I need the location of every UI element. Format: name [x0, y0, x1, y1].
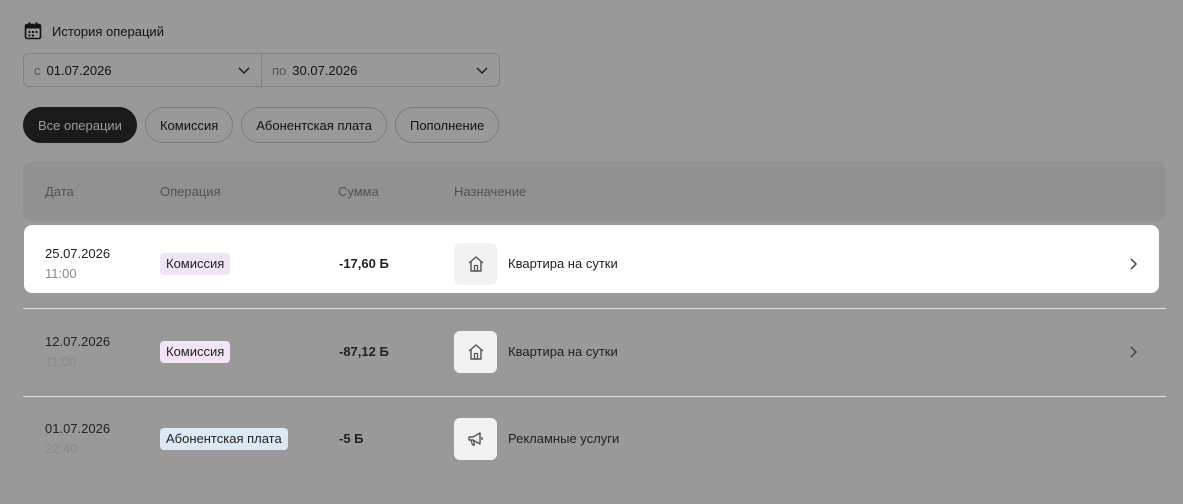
chevron-down-icon — [476, 67, 488, 75]
table-row[interactable]: 12.07.2026 11:00 Комиссия -87,12 Б Кварт… — [24, 313, 1159, 381]
megaphone-icon — [454, 418, 497, 460]
row-time: 11:00 — [45, 354, 77, 369]
row-amount: -87,12 Б — [339, 344, 389, 359]
table-row[interactable]: 25.07.2026 11:00 Комиссия -17,60 Б Кварт… — [24, 225, 1159, 293]
operation-filters: Все операции Комиссия Абонентская плата … — [23, 107, 500, 143]
date-to-value: 30.07.2026 — [292, 62, 358, 78]
row-purpose: Квартира на сутки — [508, 256, 618, 271]
row-datetime: 12.07.2026 11:00 — [45, 332, 110, 372]
calendar-icon — [24, 22, 42, 40]
date-from-select[interactable]: с 01.07.2026 — [24, 54, 261, 86]
column-header-date: Дата — [45, 184, 74, 199]
filter-all-operations[interactable]: Все операции — [23, 107, 137, 143]
operations-history-page: История операций с 01.07.2026 по 30.07.2… — [0, 0, 1183, 504]
row-amount: -5 Б — [339, 431, 364, 446]
house-icon — [454, 331, 497, 373]
filter-top-up[interactable]: Пополнение — [394, 107, 500, 143]
row-time: 22:40 — [45, 441, 78, 456]
operation-badge: Абонентская плата — [160, 428, 288, 450]
row-divider — [23, 396, 1166, 397]
date-to-prefix: по — [272, 62, 287, 78]
date-to-select[interactable]: по 30.07.2026 — [261, 54, 499, 86]
column-header-operation: Операция — [160, 184, 221, 199]
row-date: 25.07.2026 — [45, 246, 111, 261]
table-header: Дата Операция Сумма Назначение — [23, 161, 1166, 221]
chevron-right-icon — [1130, 258, 1138, 270]
column-header-purpose: Назначение — [454, 184, 527, 199]
row-datetime: 25.07.2026 11:00 — [45, 244, 110, 284]
filter-subscription-fee[interactable]: Абонентская плата — [241, 107, 387, 143]
section-header: История операций — [24, 21, 164, 41]
row-date: 01.07.2026 — [45, 421, 111, 436]
row-datetime: 01.07.2026 22:40 — [45, 419, 110, 459]
house-icon — [454, 243, 497, 285]
row-date: 12.07.2026 — [45, 334, 111, 349]
row-amount: -17,60 Б — [339, 256, 389, 271]
operation-badge: Комиссия — [160, 341, 231, 363]
date-from-value: 01.07.2026 — [46, 62, 112, 78]
table-row[interactable]: 01.07.2026 22:40 Абонентская плата -5 Б … — [24, 400, 1159, 468]
column-header-amount: Сумма — [338, 184, 379, 199]
chevron-down-icon — [238, 67, 250, 75]
row-purpose: Квартира на сутки — [508, 344, 618, 359]
operation-badge: Комиссия — [160, 253, 231, 275]
date-range-picker: с 01.07.2026 по 30.07.2026 — [23, 53, 500, 87]
section-title: История операций — [52, 23, 164, 39]
date-from-prefix: с — [34, 62, 41, 78]
filter-commission[interactable]: Комиссия — [144, 107, 234, 143]
row-time: 11:00 — [45, 266, 77, 281]
row-purpose: Рекламные услуги — [508, 431, 620, 446]
row-divider — [23, 308, 1166, 309]
chevron-right-icon — [1130, 346, 1138, 358]
